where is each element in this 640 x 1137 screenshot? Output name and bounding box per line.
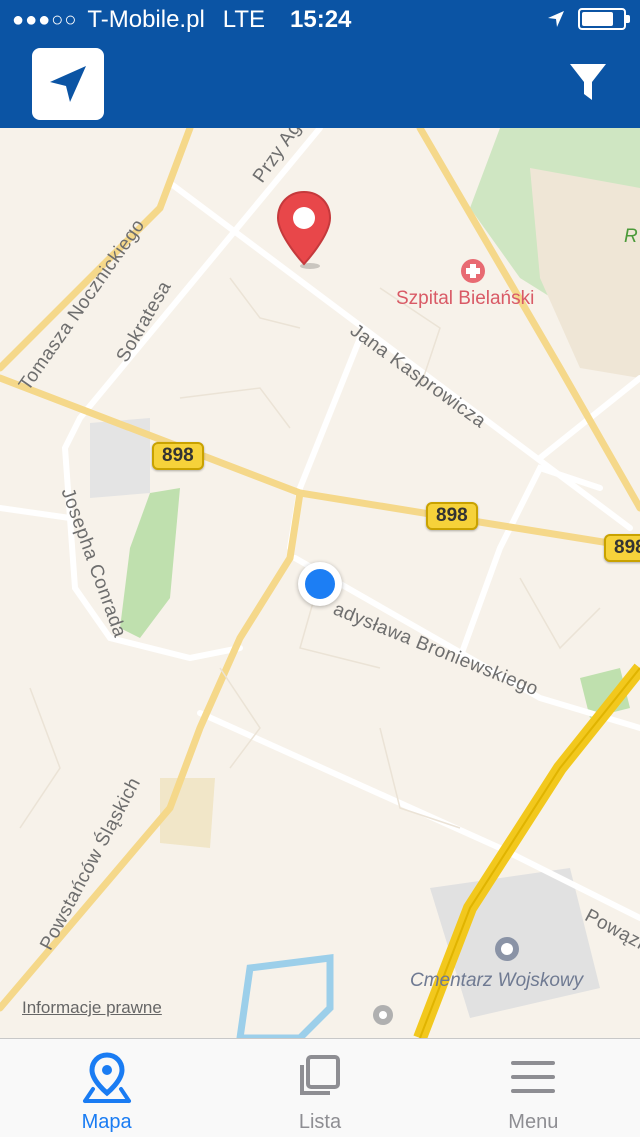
cemetery-icon xyxy=(495,937,519,961)
location-services-icon xyxy=(548,11,564,27)
hospital-icon xyxy=(461,259,485,283)
hamburger-menu-icon xyxy=(511,1061,556,1093)
carrier-name: T-Mobile.pl xyxy=(87,6,205,33)
poi-dot-icon xyxy=(373,1005,393,1025)
legal-info-link[interactable]: Informacje prawne xyxy=(22,998,162,1018)
road-shield: 898 xyxy=(604,534,640,562)
tab-map[interactable]: Mapa xyxy=(0,1039,213,1137)
status-bar: ●●●○○ T-Mobile.pl LTE 15:24 xyxy=(0,0,640,40)
road-shield: 898 xyxy=(426,502,478,530)
filter-icon xyxy=(570,64,606,100)
current-location-marker xyxy=(298,562,342,606)
battery-icon xyxy=(578,8,630,30)
tab-list-label: Lista xyxy=(298,1111,342,1133)
tab-menu-label: Menu xyxy=(508,1111,559,1133)
park-label: R xyxy=(624,226,638,247)
tab-bar: Mapa Lista Menu xyxy=(0,1038,640,1137)
tab-menu[interactable]: Menu xyxy=(427,1039,640,1137)
signal-strength: ●●●○○ xyxy=(12,8,78,31)
clock: 15:24 xyxy=(290,6,352,33)
tab-list[interactable]: Lista xyxy=(213,1039,426,1137)
locate-me-button[interactable] xyxy=(32,48,104,120)
cemetery-label[interactable]: Cmentarz Wojskowy xyxy=(410,970,583,992)
network-type: LTE xyxy=(222,6,266,33)
road-shield: 898 xyxy=(152,442,204,470)
map-view[interactable]: Przy Agor Tomasza Nocznickiego Sokratesa… xyxy=(0,128,640,1038)
list-icon xyxy=(299,1055,340,1095)
navigation-bar xyxy=(0,40,640,128)
current-location-dot xyxy=(305,569,335,599)
filter-button[interactable] xyxy=(564,58,612,106)
location-pin-icon[interactable] xyxy=(274,190,334,270)
hospital-label[interactable]: Szpital Bielański xyxy=(396,288,534,310)
location-arrow-icon xyxy=(50,66,86,102)
map-pin-icon xyxy=(82,1052,131,1103)
tab-map-label: Mapa xyxy=(81,1111,132,1133)
